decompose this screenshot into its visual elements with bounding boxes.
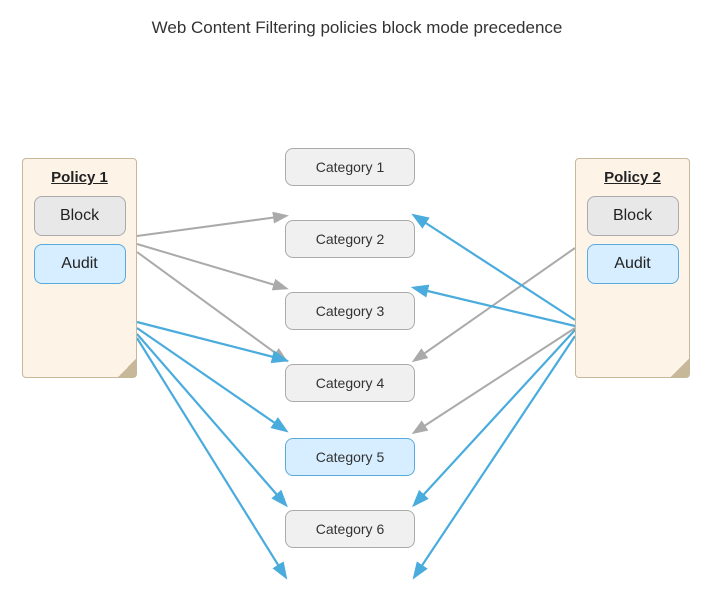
policy2-title: Policy 2 — [584, 169, 681, 186]
category-4: Category 4 — [285, 364, 415, 402]
policy1-title: Policy 1 — [31, 169, 128, 186]
category-6: Category 6 — [285, 510, 415, 548]
category-1: Category 1 — [285, 148, 415, 186]
category-5: Category 5 — [285, 438, 415, 476]
policy1-audit: Audit — [34, 244, 126, 284]
policy2-audit: Audit — [587, 244, 679, 284]
policy1-block: Block — [34, 196, 126, 236]
category-3: Category 3 — [285, 292, 415, 330]
policy2-block: Block — [587, 196, 679, 236]
page-title: Web Content Filtering policies block mod… — [0, 0, 714, 48]
policy2-box: Policy 2 Block Audit — [575, 158, 690, 378]
policy1-box: Policy 1 Block Audit — [22, 158, 137, 378]
category-2: Category 2 — [285, 220, 415, 258]
